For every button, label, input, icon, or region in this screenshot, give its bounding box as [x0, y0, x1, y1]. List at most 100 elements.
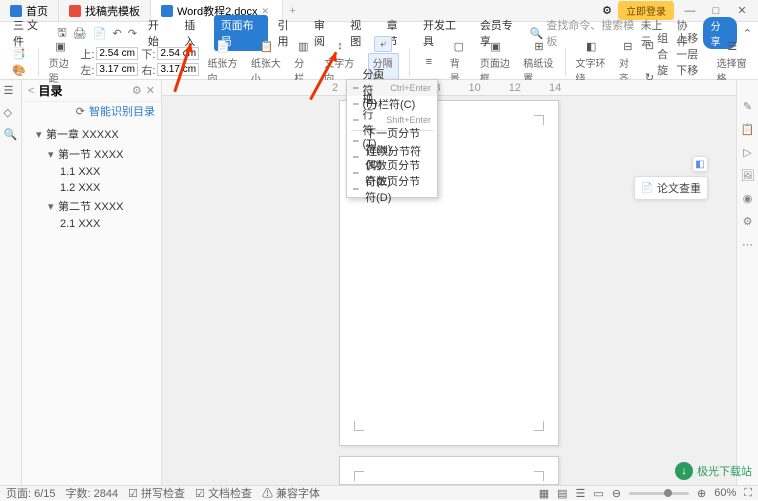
line-numbers-group[interactable]: ≡ — [416, 54, 442, 70]
borders-group[interactable]: ▣页面边框 — [476, 38, 515, 85]
document-area: 2468101214 ◧ 📄 论文查重 — [162, 80, 736, 485]
margin-left-input[interactable] — [96, 63, 138, 76]
view-read-icon[interactable]: ▭ — [593, 487, 603, 500]
document-page[interactable] — [339, 456, 559, 485]
zoom-in-icon[interactable]: ⊕ — [697, 487, 706, 500]
page-count[interactable]: 页面: 6/15 — [6, 485, 56, 501]
word-count[interactable]: 字数: 2844 — [66, 485, 119, 501]
ribbon: 📑 🎨 ▣ 页边距 上: 下: 左: 右: 📄纸张方向 📋纸张大小 ▥分栏 ↕文… — [0, 44, 758, 80]
zoom-out-icon[interactable]: ⊖ — [612, 487, 621, 500]
text-wrap-icon: ◧ — [582, 38, 600, 54]
view-outline-icon[interactable]: ☰ — [576, 487, 586, 500]
align-icon: ⊟ — [619, 38, 637, 54]
settings-icon[interactable]: ⚙ — [743, 215, 753, 228]
minimize-button[interactable]: — — [680, 5, 700, 17]
settings-icon[interactable]: ⚙ — [602, 4, 612, 17]
qat-preview-icon[interactable]: 📄 — [91, 27, 109, 40]
image-icon[interactable]: 🖼 — [741, 169, 755, 182]
nav-close-icon[interactable]: ✕ — [146, 84, 155, 97]
toc-item[interactable]: 1.1 XXX — [28, 164, 155, 180]
bookmark-icon[interactable]: ◇ — [4, 106, 18, 120]
margins-group: ▣ 页边距 — [45, 38, 77, 85]
view-print-icon[interactable]: ▦ — [539, 487, 549, 500]
tab-label: 找稿壳模板 — [85, 3, 140, 19]
toc: ▾第一章 XXXXX ▾第一节 XXXX 1.1 XXX 1.2 XXX ▾第二… — [22, 120, 161, 236]
watermark-text: 极光下载站 — [697, 463, 752, 479]
right-rail: ✎ 📋 ▷ 🖼 ◉ ⚙ ⋯ — [736, 80, 758, 485]
toc-item[interactable]: ▾第二节 XXXX — [28, 196, 155, 216]
nav-back-icon[interactable]: < — [28, 85, 34, 97]
spellcheck-status[interactable]: ☑ 拼写检查 — [128, 485, 185, 501]
selection-pane-icon: ☰ — [723, 38, 741, 54]
margin-marker — [534, 471, 544, 481]
outline-icon[interactable]: ☰ — [4, 84, 18, 98]
toc-item[interactable]: 1.2 XXX — [28, 180, 155, 196]
chevron-down-icon[interactable]: ▾ — [48, 200, 58, 213]
nav-header: < 目录 ⚙ ✕ — [22, 80, 161, 102]
columns-icon: ▥ — [294, 38, 312, 54]
more-icon[interactable]: ⋯ — [742, 238, 753, 251]
float-tool-icon[interactable]: ◧ — [692, 156, 708, 172]
chevron-down-icon[interactable]: ▾ — [48, 148, 58, 161]
maximize-button[interactable]: □ — [706, 5, 726, 17]
theme-icon[interactable]: 📑 — [10, 45, 28, 61]
colors-icon[interactable]: 🎨 — [10, 62, 28, 78]
margins-icon[interactable]: ▣ — [52, 38, 70, 54]
margin-marker — [354, 421, 364, 431]
size-group[interactable]: 📋纸张大小 — [247, 38, 286, 85]
view-web-icon[interactable]: ▤ — [557, 487, 567, 500]
horizontal-ruler[interactable]: 2468101214 — [162, 80, 736, 96]
grid-paper-icon: ⊞ — [530, 38, 548, 54]
margin-left: 左: — [80, 62, 138, 78]
nav-refresh-icon[interactable]: ⟳ — [76, 105, 85, 118]
dropdown-page-break[interactable]: ⎯分页符(P)Ctrl+Enter — [347, 80, 437, 96]
separator — [409, 48, 410, 76]
search-icon[interactable]: 🔍 — [4, 128, 18, 142]
separator — [565, 48, 566, 76]
theme-group: 📑 🎨 — [6, 45, 32, 78]
smart-toc-button[interactable]: 智能识别目录 — [89, 103, 155, 119]
page-border-icon: ▣ — [487, 38, 505, 54]
zoom-slider[interactable] — [629, 492, 689, 495]
background-icon: ▢ — [450, 38, 468, 54]
margin-top-input[interactable] — [96, 47, 138, 60]
margin-top: 上: — [80, 46, 138, 62]
close-button[interactable]: ✕ — [732, 4, 752, 17]
dropdown-column-break[interactable]: ⎯分栏符(C) — [347, 96, 437, 112]
shape-icon[interactable]: ◉ — [743, 192, 753, 205]
selection-pane-group[interactable]: ☰选择窗格 — [713, 38, 752, 85]
margin-marker — [534, 421, 544, 431]
toc-item[interactable]: ▾第一章 XXXXX — [28, 124, 155, 144]
zoom-thumb[interactable] — [664, 489, 672, 497]
clipboard-icon[interactable]: 📋 — [741, 123, 755, 136]
separator — [38, 48, 39, 76]
chevron-down-icon[interactable]: ▾ — [36, 128, 46, 141]
compat-status[interactable]: ⚠ 兼容字体 — [262, 485, 320, 501]
align-group[interactable]: ⊟对齐 — [615, 38, 641, 85]
fit-icon[interactable]: ⛶ — [744, 487, 752, 500]
style-icon[interactable]: ✎ — [743, 100, 752, 113]
toc-item[interactable]: 2.1 XXX — [28, 216, 155, 232]
close-icon[interactable]: ✕ — [262, 6, 272, 16]
column-break-icon: ⎯ — [353, 98, 363, 111]
toc-item[interactable]: ▾第一节 XXXX — [28, 144, 155, 164]
tab-templates[interactable]: 找稿壳模板 — [59, 0, 151, 22]
genkoyoshi-group[interactable]: ⊞稿纸设置 — [519, 38, 558, 85]
dropdown-odd-page-section[interactable]: ⎯奇数页分节符(D) — [347, 181, 437, 197]
page-container — [162, 96, 736, 485]
margins-label: 页边距 — [49, 55, 73, 85]
orientation-icon: 📄 — [214, 38, 232, 54]
select-icon[interactable]: ▷ — [743, 146, 751, 159]
qat-undo-icon[interactable]: ↶ — [110, 27, 123, 40]
wrap-group[interactable]: ◧文字环绕 — [571, 38, 610, 85]
background-group[interactable]: ▢背景 — [446, 38, 472, 85]
paper-check-button[interactable]: 📄 论文查重 — [634, 176, 708, 200]
zoom-level[interactable]: 60% — [714, 487, 736, 499]
nav-settings-icon[interactable]: ⚙ — [132, 84, 142, 97]
section-cont-icon: ⎯ — [353, 151, 362, 164]
qat-redo-icon[interactable]: ↷ — [126, 27, 139, 40]
watermark: ↓ 极光下载站 — [675, 462, 752, 480]
watermark-icon: ↓ — [675, 462, 693, 480]
group-icon[interactable]: ⊡ — [645, 39, 654, 52]
doccheck-status[interactable]: ☑ 文档检查 — [195, 485, 252, 501]
